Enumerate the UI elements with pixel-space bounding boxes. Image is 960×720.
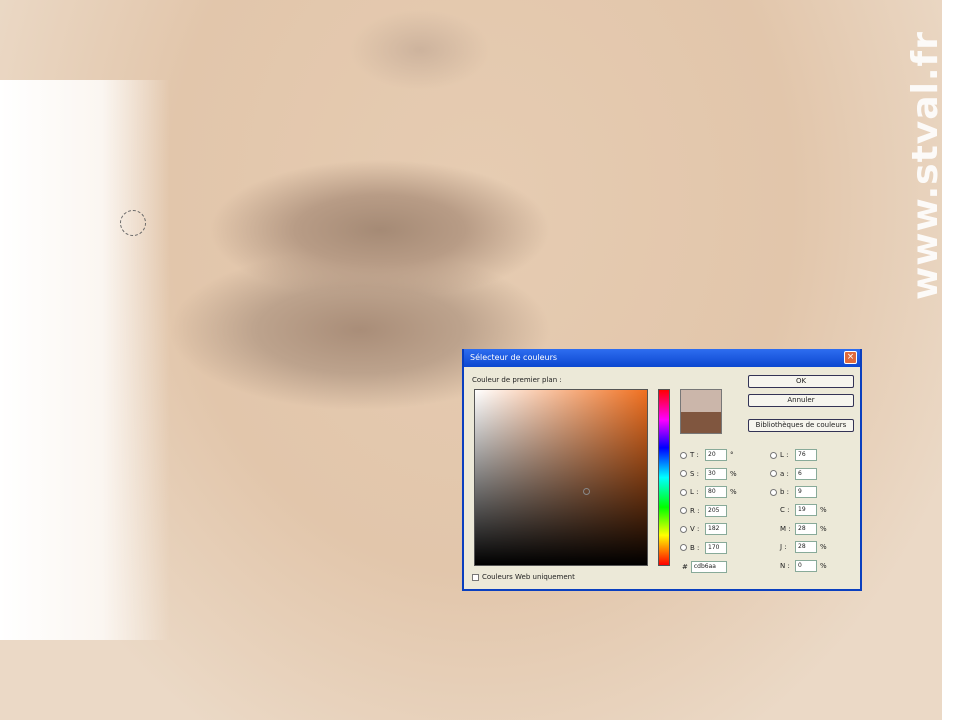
- field-input[interactable]: 182: [705, 523, 727, 535]
- hex-label: #: [682, 563, 688, 571]
- web-only-label: Couleurs Web uniquement: [482, 573, 575, 581]
- field-radio[interactable]: [770, 451, 777, 459]
- ok-button[interactable]: OK: [748, 375, 854, 388]
- field-label: M :: [780, 524, 791, 533]
- saturation-value-field[interactable]: [474, 389, 648, 566]
- field-input[interactable]: 28: [795, 541, 817, 553]
- dialog-title: Sélecteur de couleurs: [470, 353, 558, 362]
- hue-slider[interactable]: [658, 389, 670, 566]
- field-label: a :: [780, 469, 789, 478]
- field-input[interactable]: 9: [795, 486, 817, 498]
- color-libraries-button[interactable]: Bibliothèques de couleurs: [748, 419, 854, 432]
- field-label: R :: [690, 506, 700, 515]
- field-unit: %: [730, 469, 737, 478]
- field-input[interactable]: 80: [705, 486, 727, 498]
- hex-input[interactable]: cdb6aa: [690, 561, 727, 573]
- field-row: L : 76: [770, 449, 817, 461]
- field-row: b : 9: [770, 486, 817, 498]
- color-marker[interactable]: [583, 488, 590, 495]
- new-color-swatch: [680, 389, 722, 412]
- field-row: V : 182: [680, 523, 730, 535]
- field-input[interactable]: 170: [705, 541, 727, 554]
- field-label: C :: [780, 506, 790, 514]
- field-row: B : 170: [680, 541, 730, 554]
- field-row: L : 80%: [680, 486, 737, 498]
- field-unit: °: [730, 451, 734, 459]
- field-row: J : 28%: [770, 541, 827, 553]
- field-row: R : 205: [680, 504, 730, 517]
- field-radio[interactable]: [680, 488, 687, 496]
- field-label: T :: [690, 451, 699, 459]
- field-input[interactable]: 28: [795, 522, 817, 535]
- field-input[interactable]: 0: [795, 559, 817, 572]
- field-row: a : 6: [770, 467, 817, 480]
- field-unit: %: [730, 488, 737, 496]
- field-radio[interactable]: [680, 525, 687, 533]
- field-label: B :: [690, 543, 700, 552]
- cancel-button[interactable]: Annuler: [748, 394, 854, 407]
- field-radio[interactable]: [680, 470, 687, 477]
- field-input[interactable]: 76: [795, 449, 817, 461]
- field-input[interactable]: 20: [705, 449, 727, 461]
- title-bar[interactable]: Sélecteur de couleurs ×: [464, 349, 860, 367]
- watermark: www.stval.fr: [905, 31, 946, 300]
- field-label: S :: [690, 469, 700, 478]
- field-label: L :: [690, 488, 699, 496]
- foreground-label: Couleur de premier plan :: [472, 376, 562, 384]
- field-input[interactable]: 205: [705, 504, 727, 517]
- field-label: V :: [690, 525, 700, 533]
- field-label: L :: [780, 451, 789, 459]
- field-unit: %: [820, 506, 827, 514]
- field-radio[interactable]: [770, 470, 777, 477]
- current-color-swatch[interactable]: [680, 412, 722, 434]
- field-label: J :: [780, 543, 787, 551]
- web-only-checkbox[interactable]: [472, 573, 479, 581]
- field-unit: %: [820, 543, 827, 551]
- field-input[interactable]: 30: [705, 467, 727, 480]
- color-picker-dialog: Sélecteur de couleurs × Couleur de premi…: [462, 349, 862, 591]
- field-row: S : 30%: [680, 467, 737, 480]
- field-radio[interactable]: [680, 451, 687, 459]
- field-radio[interactable]: [770, 488, 777, 496]
- field-unit: %: [820, 561, 827, 570]
- field-label: N :: [780, 561, 790, 570]
- field-unit: %: [820, 524, 827, 533]
- field-radio[interactable]: [680, 544, 687, 551]
- brush-cursor: [120, 210, 146, 236]
- field-input[interactable]: 6: [795, 467, 817, 480]
- photo-background: [0, 80, 170, 640]
- close-button[interactable]: ×: [844, 351, 857, 364]
- field-input[interactable]: 19: [795, 504, 817, 516]
- field-row: T : 20 °: [680, 449, 734, 461]
- field-row: M : 28%: [770, 522, 827, 535]
- field-row: C : 19%: [770, 504, 827, 516]
- field-row: N : 0%: [770, 559, 827, 572]
- field-label: b :: [780, 488, 790, 496]
- field-radio[interactable]: [680, 507, 687, 514]
